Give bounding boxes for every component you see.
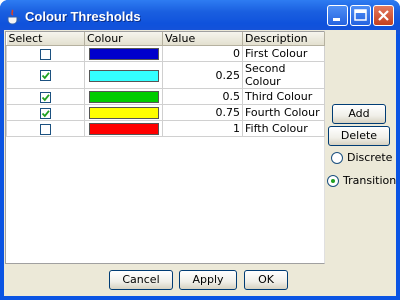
discrete-radio[interactable]	[331, 152, 343, 164]
select-cell	[6, 88, 85, 105]
minimize-icon	[333, 18, 340, 21]
column-header-select[interactable]: Select	[6, 32, 85, 46]
table-row[interactable]: 0.75 Fourth Colour	[6, 104, 325, 121]
value-cell[interactable]: 0.5	[162, 88, 243, 105]
select-cell	[6, 61, 85, 89]
transition-label: Transition	[343, 174, 397, 187]
colour-cell[interactable]	[84, 45, 163, 62]
description-cell[interactable]: First Colour	[242, 45, 325, 62]
select-cell	[6, 45, 85, 62]
maximize-button[interactable]	[350, 5, 371, 26]
select-checkbox[interactable]	[40, 70, 51, 81]
value-cell[interactable]: 1	[162, 120, 243, 137]
column-header-colour[interactable]: Colour	[84, 32, 163, 46]
value-cell[interactable]: 0	[162, 45, 243, 62]
dialog-content: Select Colour Value Description 0 First C…	[4, 30, 396, 296]
colour-cell[interactable]	[84, 104, 163, 121]
close-icon	[378, 10, 389, 21]
colour-cell[interactable]	[84, 88, 163, 105]
select-cell	[6, 120, 85, 137]
description-cell[interactable]: Fifth Colour	[242, 120, 325, 137]
apply-button[interactable]: Apply	[179, 270, 237, 290]
title-bar[interactable]: Colour Thresholds	[0, 0, 400, 34]
description-cell[interactable]: Second Colour	[242, 61, 325, 89]
window-title: Colour Thresholds	[25, 9, 141, 24]
colour-swatch[interactable]	[88, 91, 159, 103]
maximize-icon	[354, 9, 367, 21]
description-cell[interactable]: Third Colour	[242, 88, 325, 105]
java-coffee-icon	[7, 9, 20, 25]
table-row[interactable]: 0.25 Second Colour	[6, 61, 325, 89]
threshold-table-scrollpane[interactable]: Select Colour Value Description 0 First C…	[5, 31, 325, 264]
table-header-row: Select Colour Value Description	[6, 32, 325, 46]
checkmark-icon	[41, 93, 50, 101]
checkmark-icon	[41, 72, 50, 80]
close-button[interactable]	[373, 5, 394, 26]
select-checkbox[interactable]	[40, 91, 51, 103]
value-cell[interactable]: 0.25	[162, 61, 243, 89]
add-button[interactable]: Add	[332, 104, 386, 124]
minimize-button[interactable]	[327, 5, 348, 26]
table-row[interactable]: 0.5 Third Colour	[6, 88, 325, 105]
colour-swatch[interactable]	[88, 48, 159, 60]
delete-button[interactable]: Delete	[328, 126, 390, 146]
threshold-table: Select Colour Value Description 0 First C…	[6, 32, 325, 137]
colour-cell[interactable]	[84, 120, 163, 137]
ok-button[interactable]: OK	[244, 270, 288, 290]
select-checkbox[interactable]	[40, 48, 51, 60]
select-cell	[6, 104, 85, 121]
discrete-label: Discrete	[347, 151, 393, 164]
cancel-button[interactable]: Cancel	[109, 270, 173, 290]
select-checkbox[interactable]	[40, 123, 51, 135]
table-row[interactable]: 0 First Colour	[6, 45, 325, 62]
checkmark-icon	[41, 109, 50, 117]
colour-swatch[interactable]	[88, 107, 159, 119]
radio-selected-dot	[331, 179, 335, 183]
value-cell[interactable]: 0.75	[162, 104, 243, 121]
select-checkbox[interactable]	[40, 107, 51, 119]
column-header-description[interactable]: Description	[242, 32, 325, 46]
colour-swatch[interactable]	[88, 69, 159, 82]
table-row[interactable]: 1 Fifth Colour	[6, 120, 325, 137]
description-cell[interactable]: Fourth Colour	[242, 104, 325, 121]
column-header-value[interactable]: Value	[162, 32, 243, 46]
colour-swatch[interactable]	[88, 123, 159, 135]
transition-radio[interactable]	[327, 175, 339, 187]
colour-cell[interactable]	[84, 61, 163, 89]
colour-thresholds-window: Colour Thresholds Select Colour Value De…	[0, 0, 400, 300]
